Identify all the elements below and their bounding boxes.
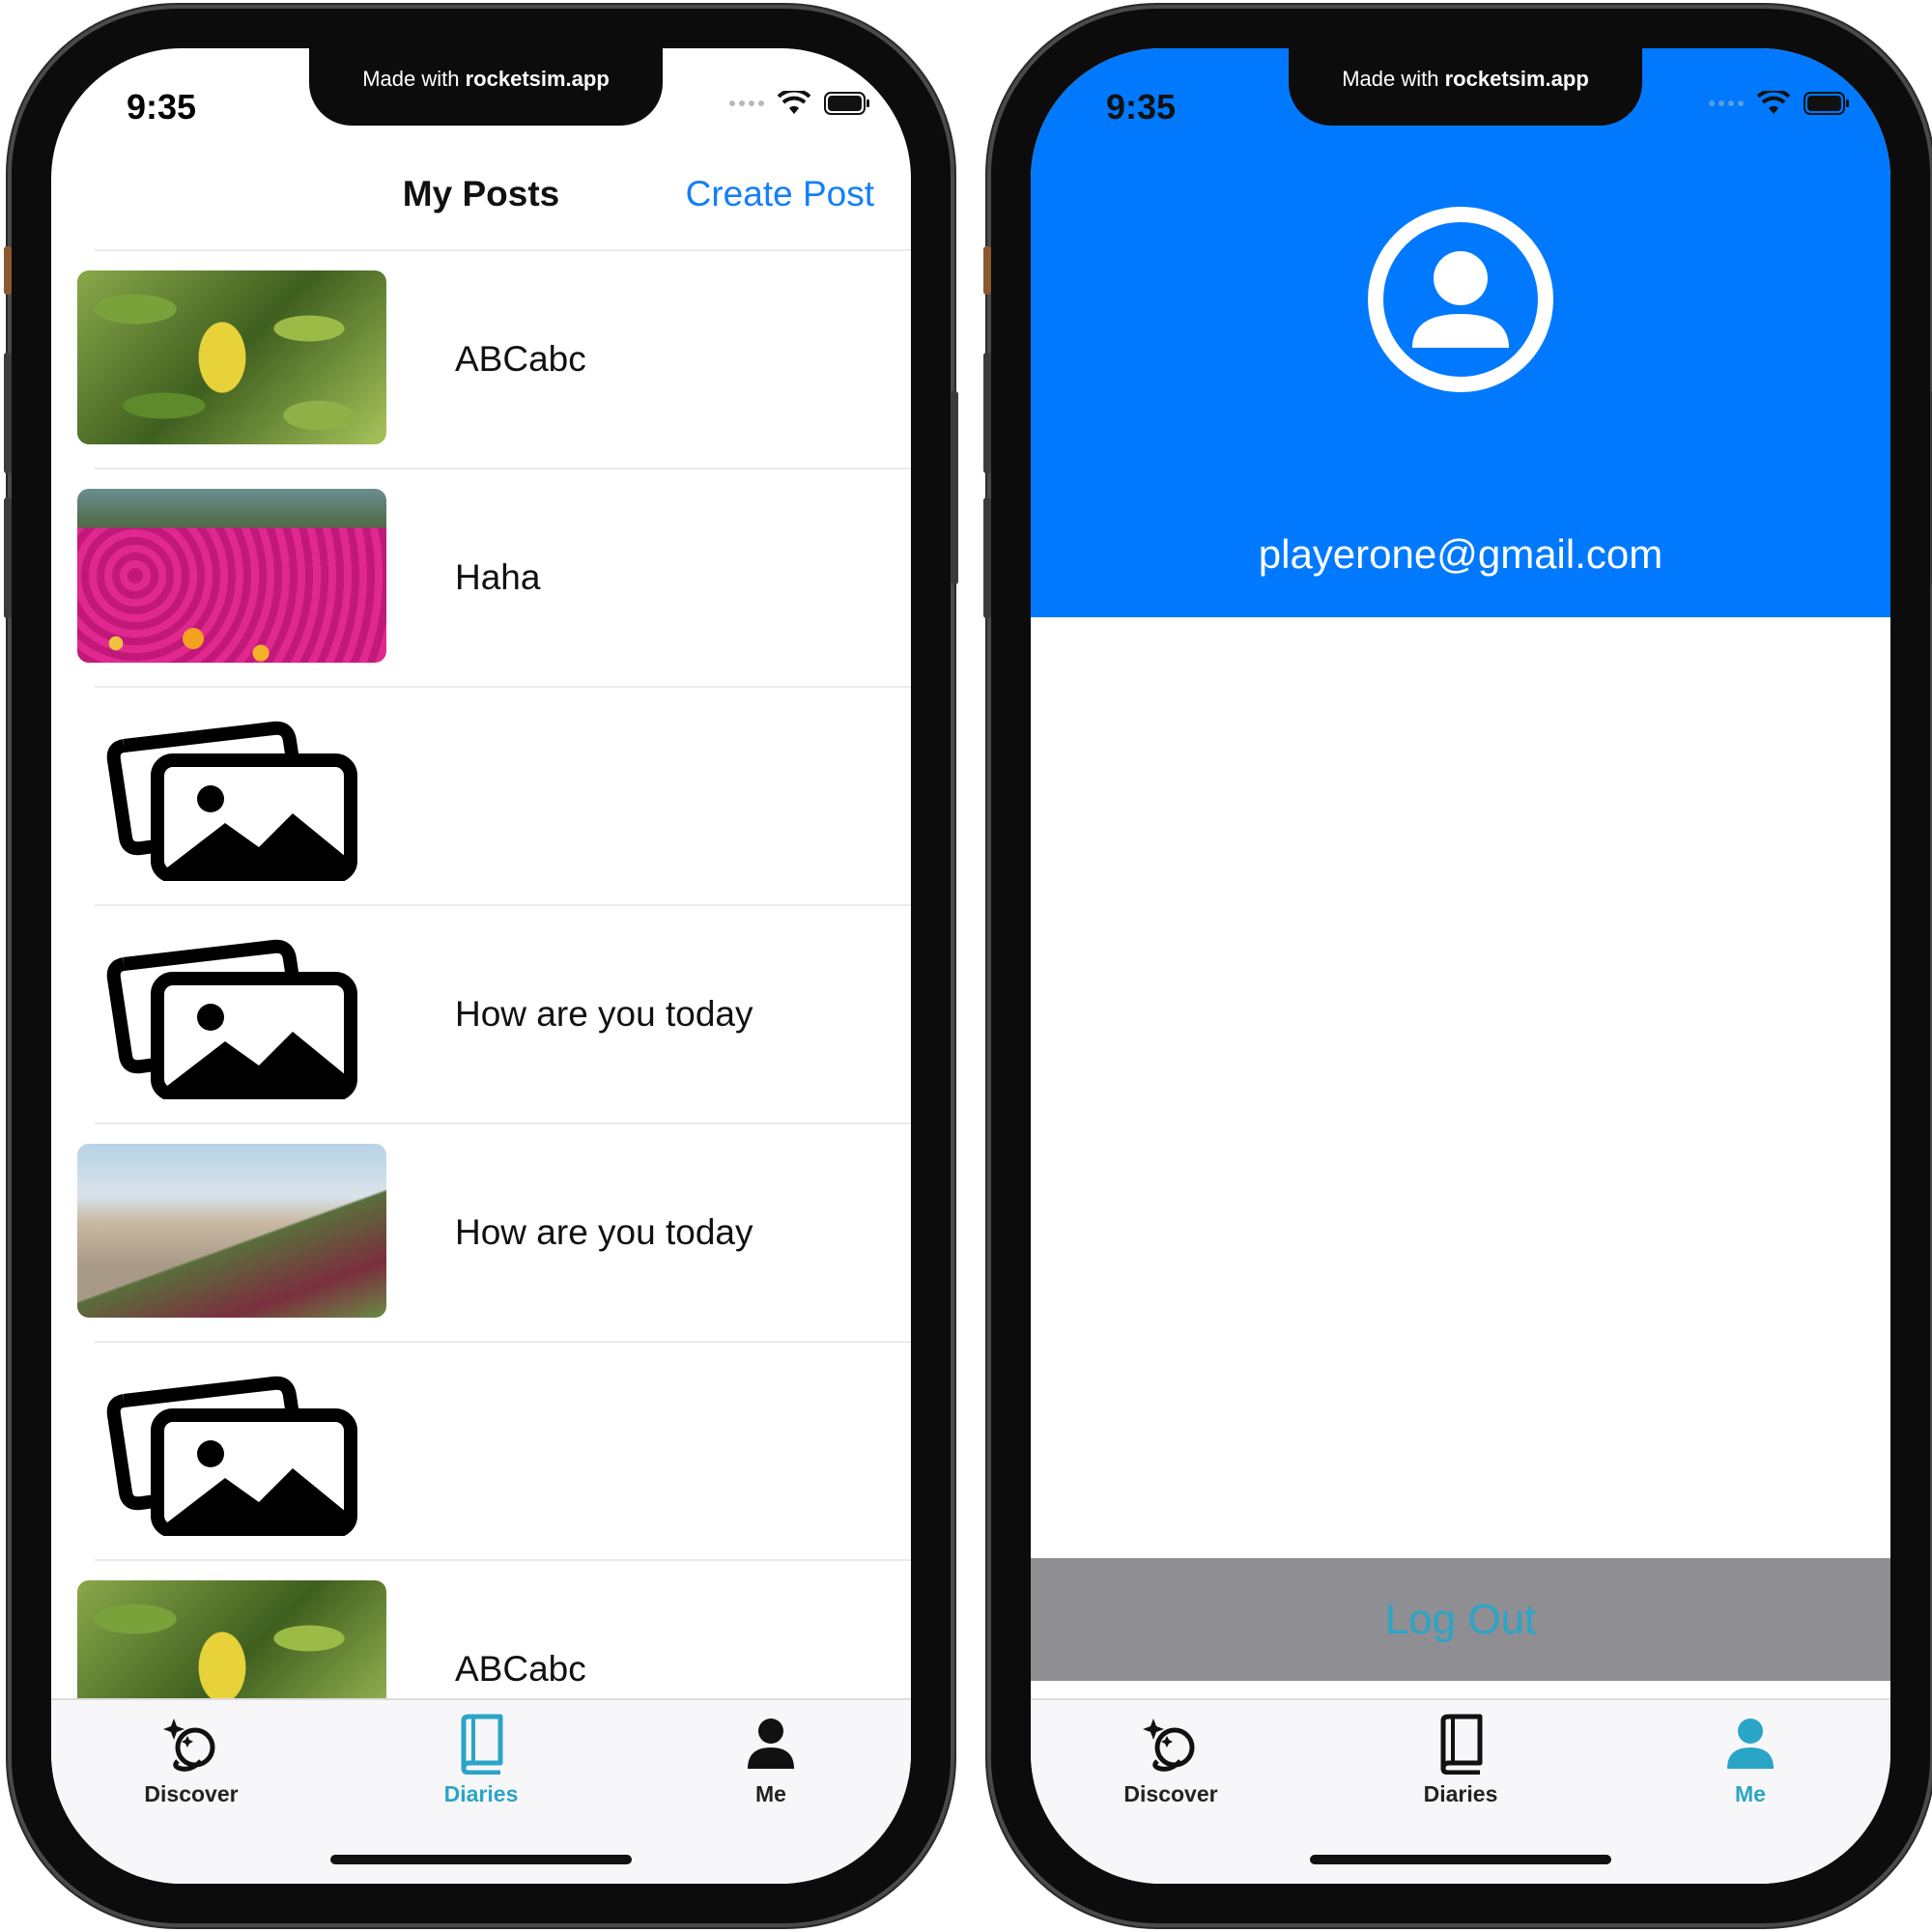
status-time: 9:35 [1106,87,1177,127]
person-icon [1727,1719,1774,1769]
post-thumbnail-photo [77,270,386,444]
photo-placeholder-icon [106,1376,357,1536]
volume-down-button [983,497,991,618]
post-row[interactable] [95,686,911,904]
profile-screen: 9:35 playerone@gmail.com Made with rocke… [1031,48,1890,1884]
person-icon [748,1719,794,1769]
photo-placeholder-icon [106,939,357,1099]
phone-frame-right: 9:35 playerone@gmail.com Made with rocke… [983,5,1932,1927]
battery-icon [824,92,869,115]
tab-label-diaries: Diaries [443,1781,519,1806]
post-title: Haha [455,557,541,597]
tab-diaries[interactable]: Diaries [384,1710,578,1807]
post-row[interactable]: How are you today [77,1122,911,1341]
status-time: 9:35 [127,87,197,127]
status-icons [729,91,870,116]
tab-discover[interactable]: Discover [1074,1710,1267,1807]
notch-banner: Made with rocketsim.app [309,48,663,126]
my-posts-screen: Made with rocketsim.app 9:35 My Posts Cr… [51,48,911,1884]
power-button [951,391,958,584]
mute-switch [4,246,12,295]
home-indicator[interactable] [1310,1855,1611,1864]
discover-sparkle-icon [163,1719,215,1772]
log-out-button[interactable]: Log Out [1031,1558,1890,1681]
phone-frame-left: Made with rocketsim.app 9:35 My Posts Cr… [4,5,958,1927]
wifi-icon [778,91,810,114]
post-thumbnail-photo [77,489,386,663]
tab-label-me: Me [755,1781,786,1806]
tab-bar: Discover Diaries Me [1031,1698,1890,1884]
profile-avatar-icon [1368,207,1553,392]
battery-icon [1804,92,1849,115]
create-post-button[interactable]: Create Post [686,174,874,214]
notch-text-brand: rocketsim.app [1444,67,1589,91]
book-icon [1440,1714,1483,1775]
photo-placeholder-icon [106,721,357,881]
volume-up-button [983,353,991,473]
volume-up-button [4,353,12,473]
post-title: How are you today [455,1212,753,1252]
notch-banner: Made with rocketsim.app [1289,48,1642,126]
tab-me[interactable]: Me [1654,1710,1847,1807]
post-row[interactable]: Haha [77,468,911,686]
post-row[interactable]: How are you today [95,904,911,1122]
discover-sparkle-icon [1143,1719,1195,1772]
tab-label-discover: Discover [1123,1781,1218,1806]
posts-list: ABCabc Haha How are you today How are yo… [51,249,911,1777]
tab-discover[interactable]: Discover [95,1710,288,1807]
post-row[interactable]: ABCabc [77,249,911,468]
notch-text-prefix: Made with [1342,67,1439,91]
post-thumbnail-photo [77,1144,386,1318]
notch-text-prefix: Made with [362,67,460,91]
volume-down-button [4,497,12,618]
cellular-signal-icon [729,100,764,106]
tab-bar: Discover Diaries Me [51,1698,911,1884]
tab-label-discover: Discover [144,1781,239,1806]
tab-diaries[interactable]: Diaries [1364,1710,1557,1807]
tab-label-me: Me [1735,1781,1766,1806]
user-email: playerone@gmail.com [1258,531,1663,577]
tab-me[interactable]: Me [674,1710,867,1807]
notch-text-brand: rocketsim.app [465,67,610,91]
cellular-signal-icon [1709,100,1744,106]
wifi-icon [1757,91,1790,114]
home-indicator[interactable] [330,1855,632,1864]
status-icons [1709,91,1850,116]
post-title: How are you today [455,994,753,1034]
profile-header: 9:35 playerone@gmail.com [1031,48,1890,617]
tab-label-diaries: Diaries [1423,1781,1498,1806]
mute-switch [983,246,991,295]
post-title: ABCabc [455,339,586,379]
book-icon [461,1714,503,1775]
post-row[interactable] [95,1341,911,1559]
